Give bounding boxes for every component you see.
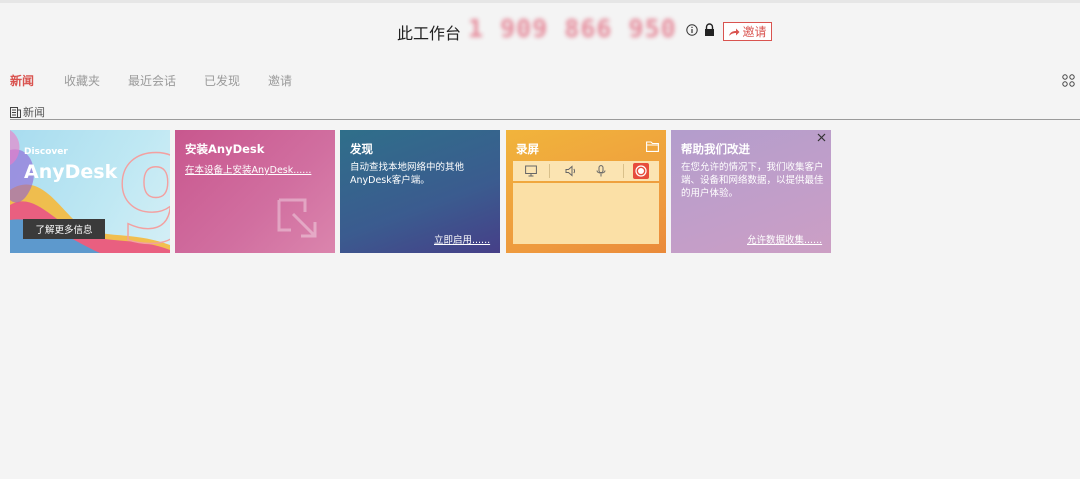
record-button[interactable] <box>633 163 649 179</box>
version-nine-graphic: 9 <box>115 131 170 253</box>
speaker-icon[interactable] <box>565 165 577 177</box>
tab-bar: 新闻 收藏夹 最近会话 已发现 邀请 <box>0 72 1080 92</box>
card-help-improve[interactable]: 帮助我们改进 在您允许的情况下，我们收集客户端、设备和网络数据，以提供最佳的用户… <box>671 130 831 253</box>
share-arrow-icon <box>729 28 740 36</box>
lock-icon[interactable] <box>704 23 715 36</box>
discover-big-text: AnyDesk <box>24 161 118 183</box>
help-card-title: 帮助我们改进 <box>681 142 750 156</box>
tab-news[interactable]: 新闻 <box>10 72 34 89</box>
info-icon[interactable] <box>686 24 698 36</box>
toolbar-separator <box>549 164 550 178</box>
section-header-news: 新闻 <box>10 104 45 120</box>
install-card-title: 安装AnyDesk <box>185 142 265 156</box>
tab-recent-sessions[interactable]: 最近会话 <box>128 72 176 89</box>
tab-discovered[interactable]: 已发现 <box>204 72 240 89</box>
close-icon[interactable] <box>817 133 826 142</box>
folder-icon[interactable] <box>646 141 659 152</box>
recording-toolbar <box>513 161 659 181</box>
recording-card-title: 录屏 <box>516 142 539 156</box>
invite-label: 邀请 <box>742 25 767 39</box>
microphone-icon[interactable] <box>595 165 607 177</box>
workstation-label: 此工作台 <box>397 24 462 43</box>
svg-text:9: 9 <box>116 132 170 253</box>
learn-more-button[interactable]: 了解更多信息 <box>23 219 105 239</box>
monitor-icon[interactable] <box>525 165 537 177</box>
discovery-card-text: 自动查找本地网络中的其他AnyDesk客户端。 <box>350 162 465 186</box>
card-install-anydesk[interactable]: 安装AnyDesk 在本设备上安装AnyDesk...... <box>175 130 335 253</box>
workstation-id[interactable]: 1 909 866 950 <box>468 14 676 44</box>
record-icon <box>635 165 647 177</box>
help-card-text: 在您允许的情况下，我们收集客户端、设备和网络数据，以提供最佳的用户体验。 <box>681 162 824 199</box>
header: 此工作台 1 909 866 950 邀请 <box>0 14 1080 48</box>
tab-invite[interactable]: 邀请 <box>268 72 292 89</box>
card-discover-anydesk[interactable]: 9 Discover AnyDesk 了解更多信息 <box>10 130 170 253</box>
discover-small-text: Discover <box>24 147 68 157</box>
allow-data-collection-link[interactable]: 允许数据收集...... <box>747 232 822 246</box>
toolbar-separator <box>623 164 624 178</box>
install-icon <box>277 198 317 238</box>
news-icon <box>10 106 21 118</box>
section-divider <box>10 119 1080 120</box>
install-link[interactable]: 在本设备上安装AnyDesk...... <box>185 162 311 176</box>
card-screen-recording[interactable]: 录屏 <box>506 130 666 253</box>
top-border <box>0 0 1080 3</box>
recording-preview-area <box>513 183 659 244</box>
card-discovery[interactable]: 发现 自动查找本地网络中的其他AnyDesk客户端。 立即启用...... <box>340 130 500 253</box>
view-grid-icon[interactable] <box>1062 74 1075 87</box>
enable-now-link[interactable]: 立即启用...... <box>434 232 490 246</box>
invite-button[interactable]: 邀请 <box>723 22 772 41</box>
discovery-card-title: 发现 <box>350 142 373 156</box>
tab-favorites[interactable]: 收藏夹 <box>64 72 100 89</box>
section-label: 新闻 <box>23 106 45 119</box>
